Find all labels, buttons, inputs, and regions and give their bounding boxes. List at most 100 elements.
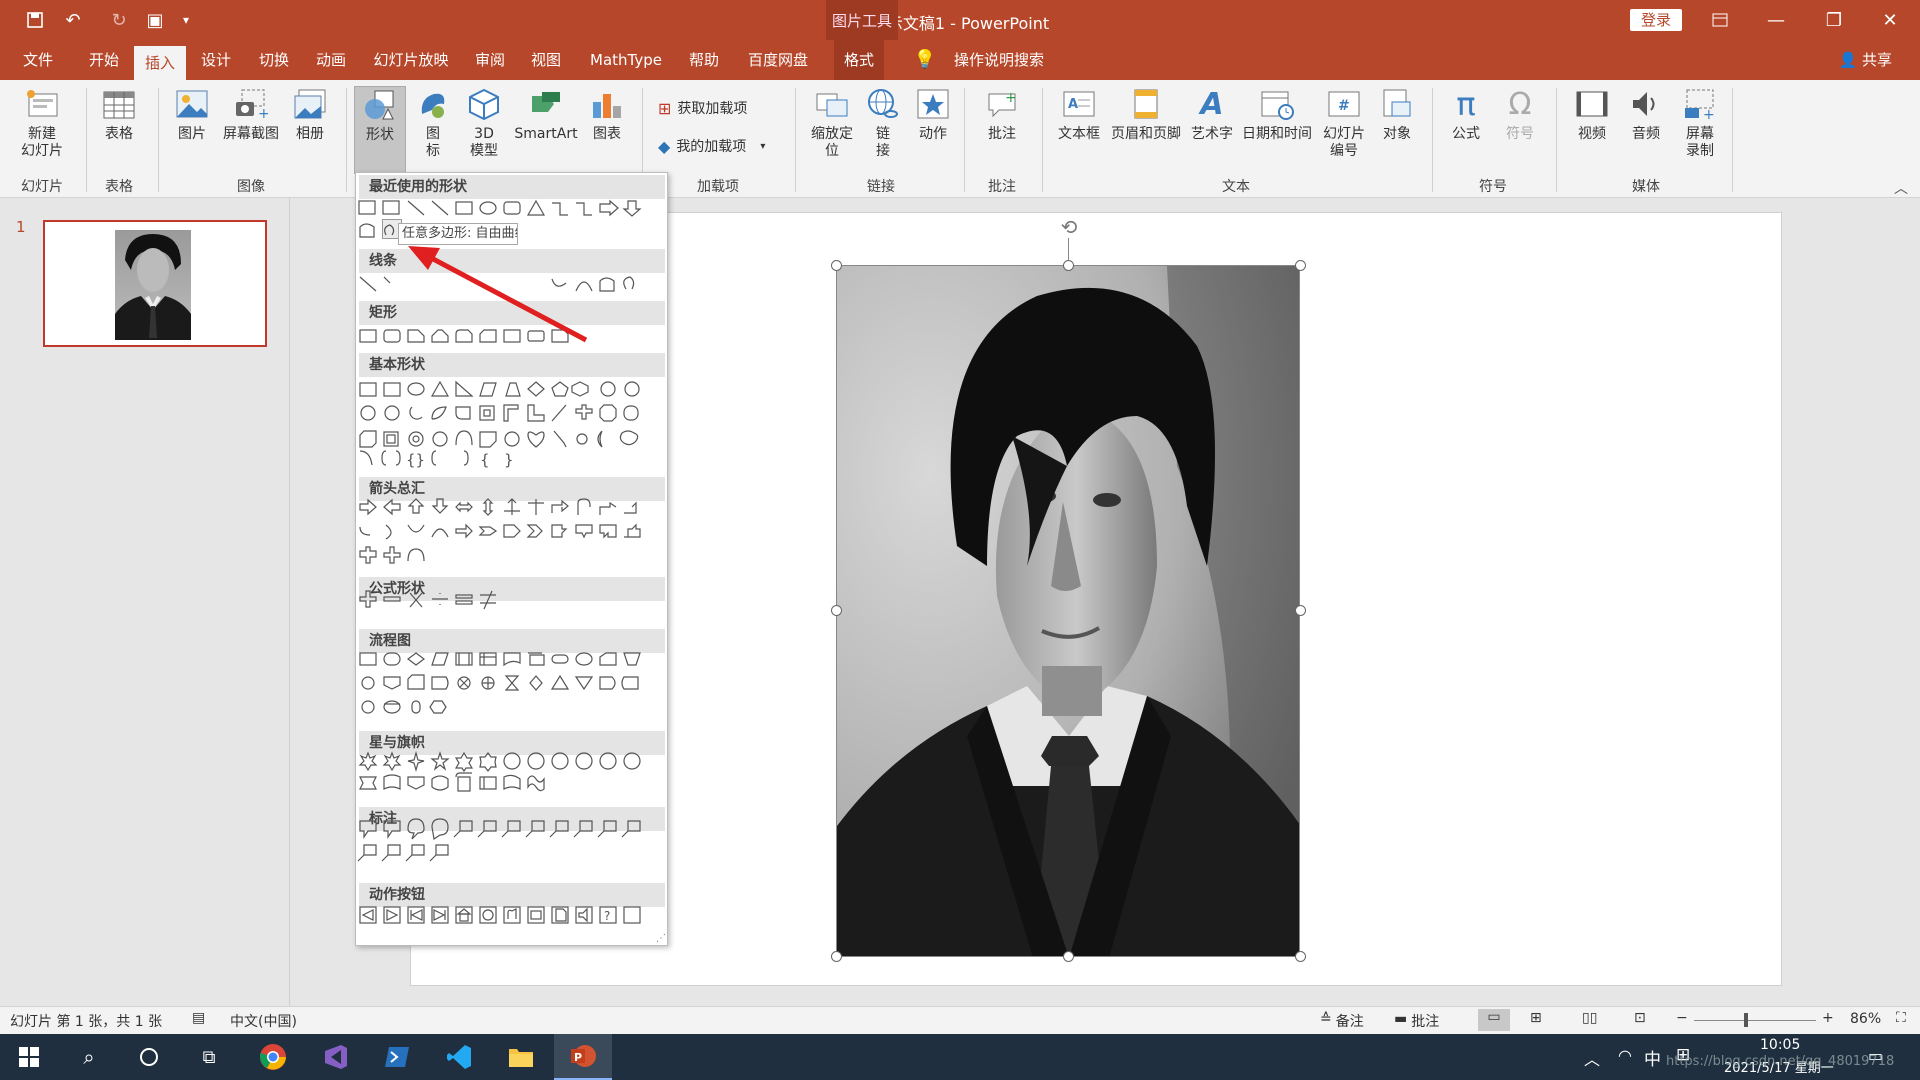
textbox-button[interactable]: A 文本框 bbox=[1052, 86, 1106, 143]
task-view-icon[interactable]: ⧉ bbox=[180, 1034, 238, 1080]
picture-label: 图片 bbox=[178, 126, 206, 142]
resize-handle-right[interactable] bbox=[1295, 605, 1306, 616]
normal-view-icon[interactable]: ▭ bbox=[1478, 1009, 1510, 1031]
resize-handle-bottom-right[interactable] bbox=[1295, 951, 1306, 962]
network-icon[interactable]: ◠ bbox=[1618, 1046, 1632, 1065]
tab-mathtype[interactable]: MathType bbox=[582, 40, 670, 80]
close-icon[interactable]: ✕ bbox=[1862, 0, 1918, 40]
minimize-icon[interactable]: — bbox=[1748, 0, 1804, 40]
resize-handle-top-right[interactable] bbox=[1295, 260, 1306, 271]
comment-icon: + bbox=[983, 86, 1021, 122]
slide-thumbnail[interactable] bbox=[43, 220, 267, 347]
picture-button[interactable]: 图片 bbox=[166, 86, 218, 143]
ribbon-display-options-icon[interactable] bbox=[1692, 0, 1748, 40]
chart-button[interactable]: 图表 bbox=[584, 86, 630, 143]
vscode-icon[interactable] bbox=[430, 1034, 488, 1080]
file-explorer-icon[interactable] bbox=[492, 1034, 550, 1080]
tab-home[interactable]: 开始 bbox=[76, 40, 132, 80]
zoom-slider-thumb[interactable] bbox=[1744, 1013, 1748, 1027]
header-footer-button[interactable]: 页眉和页脚 bbox=[1106, 86, 1186, 143]
photo-album-button[interactable]: 相册 bbox=[284, 86, 336, 143]
windows-start-icon[interactable] bbox=[0, 1034, 58, 1080]
tab-review[interactable]: 审阅 bbox=[466, 40, 514, 80]
lightbulb-icon: 💡 bbox=[913, 49, 937, 70]
resize-handle-top[interactable] bbox=[1063, 260, 1074, 271]
selected-picture[interactable] bbox=[836, 265, 1300, 957]
resize-handle-left[interactable] bbox=[831, 605, 842, 616]
photo-album-label: 相册 bbox=[296, 126, 324, 142]
tray-chevron-up-icon[interactable]: ︿ bbox=[1584, 1046, 1600, 1070]
comment-button[interactable]: + 批注 bbox=[976, 86, 1028, 143]
tell-me-search[interactable]: 操作说明搜索 bbox=[944, 40, 1054, 80]
tab-baidu-netdisk[interactable]: 百度网盘 bbox=[740, 40, 816, 80]
cortana-icon[interactable] bbox=[120, 1034, 178, 1080]
ime-indicator[interactable]: 中 bbox=[1644, 1045, 1661, 1070]
resize-handle-top-left[interactable] bbox=[831, 260, 842, 271]
icons-button[interactable]: 图 标 bbox=[410, 86, 456, 160]
visual-studio-icon[interactable] bbox=[306, 1034, 364, 1080]
screenshot-button[interactable]: + 屏幕截图 bbox=[218, 86, 284, 143]
new-slide-button[interactable]: 新建 幻灯片 bbox=[6, 86, 78, 160]
smartart-button[interactable]: SmartArt bbox=[510, 86, 582, 143]
date-time-button[interactable]: 日期和时间 bbox=[1238, 86, 1316, 143]
tab-help[interactable]: 帮助 bbox=[680, 40, 728, 80]
rotate-handle-icon[interactable]: ⟲ bbox=[1057, 215, 1081, 239]
tab-design[interactable]: 设计 bbox=[190, 40, 242, 80]
equation-button[interactable]: π 公式 bbox=[1440, 86, 1492, 143]
zoom-button[interactable]: 缩放定 位 bbox=[804, 86, 860, 160]
tab-transitions[interactable]: 切换 bbox=[248, 40, 300, 80]
3d-models-button[interactable]: 3D 模型 bbox=[460, 86, 508, 160]
slide-number-button[interactable]: # 幻灯片 编号 bbox=[1316, 86, 1372, 160]
notes-label: 备注 bbox=[1335, 1014, 1364, 1030]
shapes-button[interactable]: 形状 bbox=[354, 86, 406, 174]
clock-time[interactable]: 10:05 bbox=[1760, 1037, 1800, 1053]
slideshow-view-icon[interactable]: ⊡ bbox=[1634, 1010, 1646, 1026]
tab-insert[interactable]: 插入 bbox=[134, 46, 186, 80]
chrome-icon[interactable] bbox=[244, 1034, 302, 1080]
tab-format[interactable]: 格式 bbox=[834, 40, 884, 80]
video-label: 视频 bbox=[1578, 126, 1606, 142]
resize-grip-icon[interactable]: ⋰ bbox=[656, 933, 666, 944]
link-button[interactable]: 链 接 bbox=[862, 86, 904, 160]
group-label-slides: 幻灯片 bbox=[21, 179, 63, 195]
fit-to-window-icon[interactable]: ⛶ bbox=[1896, 1010, 1906, 1026]
object-button[interactable]: 对象 bbox=[1374, 86, 1420, 143]
slide-sorter-icon[interactable]: ⊞ bbox=[1530, 1010, 1542, 1026]
status-bar: 幻灯片 第 1 张，共 1 张 ▤ 中文(中国) ≙ 备注 ▬ 批注 ▭ ⊞ ▯▯ … bbox=[0, 1006, 1920, 1034]
my-addins-button[interactable]: ◆ 我的加载项 ▾ bbox=[658, 136, 765, 156]
login-button[interactable]: 登录 bbox=[1630, 9, 1682, 31]
tab-view[interactable]: 视图 bbox=[522, 40, 570, 80]
symbol-button[interactable]: Ω 符号 bbox=[1494, 86, 1546, 143]
group-label-comments: 批注 bbox=[988, 179, 1016, 195]
resize-handle-bottom[interactable] bbox=[1063, 951, 1074, 962]
svg-text:+: + bbox=[1703, 107, 1715, 120]
tab-animations[interactable]: 动画 bbox=[305, 40, 357, 80]
share-button[interactable]: 共享 bbox=[1862, 40, 1900, 80]
zoom-level[interactable]: 86% bbox=[1850, 1011, 1881, 1027]
zoom-out-icon[interactable]: − bbox=[1676, 1010, 1688, 1026]
get-addins-button[interactable]: ⊞ 获取加载项 bbox=[658, 98, 747, 118]
reading-view-icon[interactable]: ▯▯ bbox=[1582, 1010, 1597, 1026]
resize-handle-bottom-left[interactable] bbox=[831, 951, 842, 962]
slide-thumbnail-pane: 1 bbox=[0, 198, 290, 1006]
speaker-icon bbox=[1627, 86, 1665, 122]
zoom-slider[interactable] bbox=[1694, 1020, 1816, 1021]
spellcheck-icon[interactable]: ▤ bbox=[192, 1010, 205, 1026]
tab-slideshow[interactable]: 幻灯片放映 bbox=[364, 40, 458, 80]
table-button[interactable]: 表格 bbox=[92, 86, 146, 143]
collapse-ribbon-icon[interactable]: ︿ bbox=[1894, 178, 1908, 198]
powerpoint-taskbar-icon[interactable]: P bbox=[554, 1034, 612, 1080]
wordart-button[interactable]: A 艺术字 bbox=[1186, 86, 1238, 143]
comments-button[interactable]: ▬ 批注 bbox=[1394, 1011, 1439, 1031]
search-icon[interactable]: ⌕ bbox=[60, 1034, 118, 1080]
language-status[interactable]: 中文(中国) bbox=[230, 1011, 297, 1031]
notes-button[interactable]: ≙ 备注 bbox=[1320, 1011, 1364, 1031]
screen-recording-button[interactable]: + 屏幕 录制 bbox=[1674, 86, 1726, 160]
powershell-icon[interactable] bbox=[368, 1034, 426, 1080]
video-button[interactable]: 视频 bbox=[1566, 86, 1618, 143]
zoom-in-icon[interactable]: + bbox=[1822, 1010, 1834, 1026]
tab-file[interactable]: 文件 bbox=[10, 40, 66, 80]
restore-icon[interactable]: ❐ bbox=[1806, 0, 1862, 40]
audio-button[interactable]: 音频 bbox=[1620, 86, 1672, 143]
action-button[interactable]: 动作 bbox=[910, 86, 956, 143]
